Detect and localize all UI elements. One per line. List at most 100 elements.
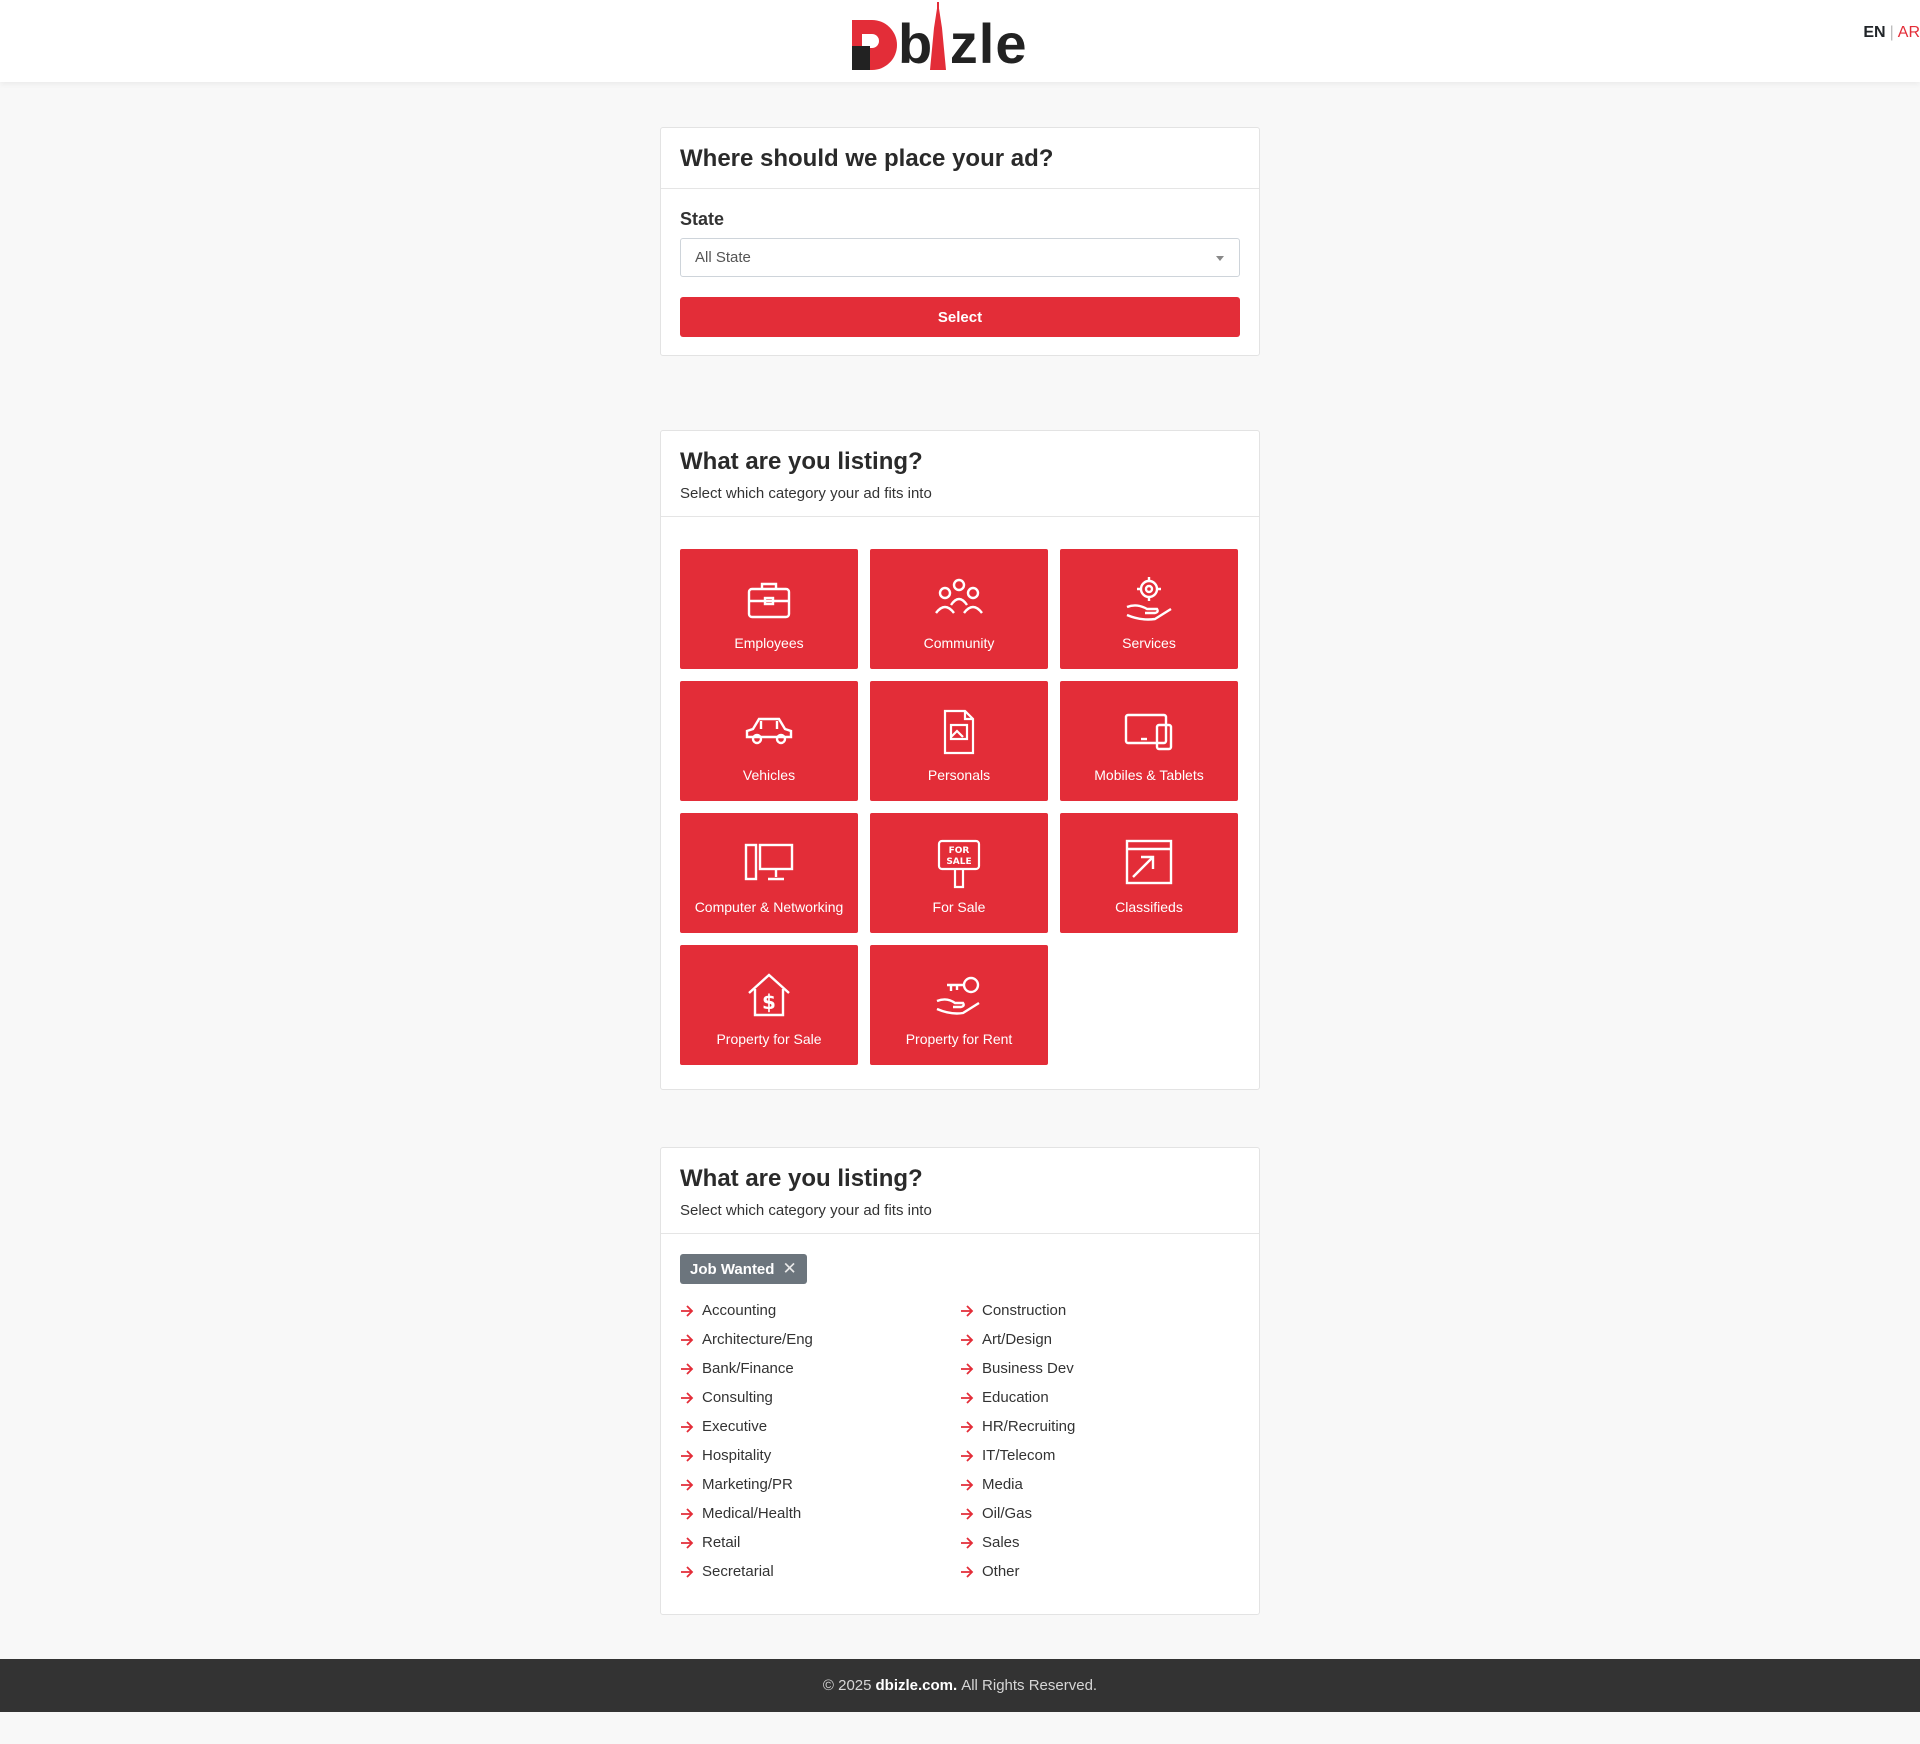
svg-text:SALE: SALE: [946, 857, 971, 867]
subcategory-label: Secretarial: [702, 1563, 774, 1580]
subcategory-label: Bank/Finance: [702, 1360, 794, 1377]
tile-label: Personals: [927, 767, 991, 783]
category-card-header: What are you listing? Select which categ…: [661, 431, 1259, 517]
category-tile-property-sale[interactable]: $ Property for Sale: [680, 945, 858, 1065]
subcategory-card-subtitle: Select which category your ad fits into: [680, 1202, 932, 1219]
subcategory-label: Architecture/Eng: [702, 1331, 813, 1348]
subcategory-card-title: What are you listing?: [680, 1165, 923, 1192]
category-tile-computer[interactable]: Computer & Networking: [680, 813, 858, 933]
subcategory-list: Accounting Construction Architecture/Eng Ar…: [680, 1296, 1240, 1586]
subcategory-label: Executive: [702, 1418, 768, 1435]
category-tile-personals[interactable]: Personals: [870, 681, 1048, 801]
subcategory-item[interactable]: Consulting: [680, 1383, 960, 1412]
arrow-right-icon: [681, 1536, 694, 1549]
subcategory-item[interactable]: Executive: [680, 1412, 960, 1441]
arrow-right-icon: [961, 1536, 974, 1549]
document-image-icon: [943, 709, 975, 755]
arrow-right-icon: [961, 1420, 974, 1433]
category-card-title: What are you listing?: [680, 448, 923, 475]
subcategory-item[interactable]: Bank/Finance: [680, 1354, 960, 1383]
subcategory-label: Oil/Gas: [982, 1505, 1033, 1522]
arrow-right-icon: [681, 1449, 694, 1462]
briefcase-icon: [747, 582, 791, 619]
for-sale-sign-icon: FOR SALE: [937, 839, 981, 889]
subcategory-item[interactable]: Secretarial: [680, 1557, 960, 1586]
subcategory-label: Sales: [982, 1534, 1020, 1551]
subcategory-label: Consulting: [702, 1389, 773, 1406]
subcategory-item[interactable]: Media: [960, 1470, 1240, 1499]
subcategory-item[interactable]: HR/Recruiting: [960, 1412, 1240, 1441]
arrow-right-icon: [961, 1391, 974, 1404]
category-tile-property-rent[interactable]: Property for Rent: [870, 945, 1048, 1065]
tile-label: Property for Rent: [905, 1031, 1013, 1047]
category-tile-classifieds[interactable]: Classifieds: [1060, 813, 1238, 933]
arrow-right-icon: [961, 1304, 974, 1317]
subcategory-item[interactable]: IT/Telecom: [960, 1441, 1240, 1470]
close-icon[interactable]: ✕: [782, 1259, 796, 1279]
subcategory-card-body: Job Wanted ✕ Accounting Construction Archi…: [661, 1234, 1259, 1605]
subcategory-label: Other: [982, 1563, 1020, 1580]
category-tile-services[interactable]: Services: [1060, 549, 1238, 669]
category-tile-community[interactable]: Community: [870, 549, 1048, 669]
subcategory-label: IT/Telecom: [982, 1447, 1056, 1464]
subcategory-item[interactable]: Oil/Gas: [960, 1499, 1240, 1528]
computer-icon: [744, 843, 794, 881]
footer-copyright: © 2025: [822, 1677, 872, 1694]
tile-label: Vehicles: [742, 767, 796, 783]
category-tile-mobiles[interactable]: Mobiles & Tablets: [1060, 681, 1238, 801]
subcategory-label: Hospitality: [702, 1447, 772, 1464]
subcategory-item[interactable]: Retail: [680, 1528, 960, 1557]
subcategory-item[interactable]: Medical/Health: [680, 1499, 960, 1528]
subcategory-item[interactable]: Construction: [960, 1296, 1240, 1325]
site-header: bizle EN|AR: [0, 0, 1920, 82]
category-tile-vehicles[interactable]: Vehicles: [680, 681, 858, 801]
subcategory-label: Medical/Health: [702, 1505, 802, 1522]
state-card-header: Where should we place your ad?: [661, 128, 1259, 189]
arrow-right-icon: [961, 1478, 974, 1491]
tile-label: Mobiles & Tablets: [1094, 767, 1204, 783]
category-tile-for-sale[interactable]: FOR SALE For Sale: [870, 813, 1048, 933]
arrow-right-icon: [681, 1391, 694, 1404]
lang-en-link[interactable]: EN: [1863, 24, 1885, 41]
state-card-title: Where should we place your ad?: [680, 145, 1054, 172]
subcategory-card-header: What are you listing? Select which categ…: [661, 1148, 1259, 1234]
logo-wordmark: bizle: [898, 12, 1028, 75]
language-switcher: EN | AR: [1863, 24, 1920, 42]
category-grid: Employees Community Services Vehicles Pe…: [680, 549, 1238, 1065]
arrow-right-icon: [961, 1565, 974, 1578]
state-card: Where should we place your ad? State All…: [660, 127, 1260, 356]
svg-text:$: $: [762, 990, 776, 1014]
subcategory-item[interactable]: Marketing/PR: [680, 1470, 960, 1499]
arrow-right-icon: [681, 1362, 694, 1375]
arrow-right-icon: [681, 1478, 694, 1491]
subcategory-label: Retail: [702, 1534, 741, 1551]
site-logo[interactable]: bizle: [850, 0, 1026, 74]
arrow-right-icon: [681, 1304, 694, 1317]
subcategory-label: Media: [982, 1476, 1023, 1493]
gear-hand-icon: [1126, 577, 1172, 621]
footer-site-link[interactable]: dbizle.com.: [876, 1677, 958, 1694]
subcategory-item[interactable]: Art/Design: [960, 1325, 1240, 1354]
arrow-right-icon: [681, 1507, 694, 1520]
footer-rights: All Rights Reserved.: [961, 1677, 1098, 1694]
caret-down-icon: [1216, 256, 1224, 261]
subcategory-item[interactable]: Architecture/Eng: [680, 1325, 960, 1354]
subcategory-card: What are you listing? Select which categ…: [660, 1147, 1260, 1615]
state-select[interactable]: All State: [680, 238, 1240, 277]
subcategory-item[interactable]: Business Dev: [960, 1354, 1240, 1383]
arrow-right-icon: [961, 1333, 974, 1346]
subcategory-item[interactable]: Sales: [960, 1528, 1240, 1557]
subcategory-item[interactable]: Education: [960, 1383, 1240, 1412]
selected-category-tag: Job Wanted ✕: [680, 1254, 807, 1284]
tile-label: Classifieds: [1115, 899, 1183, 915]
select-button[interactable]: Select: [680, 297, 1240, 337]
lang-ar-link[interactable]: AR: [1898, 24, 1920, 41]
category-card-subtitle: Select which category your ad fits into: [680, 485, 932, 502]
tile-label: Computer & Networking: [694, 899, 844, 915]
state-select-value: All State: [695, 249, 751, 266]
subcategory-item[interactable]: Other: [960, 1557, 1240, 1586]
category-tile-employees[interactable]: Employees: [680, 549, 858, 669]
subcategory-item[interactable]: Hospitality: [680, 1441, 960, 1470]
car-icon: [745, 717, 793, 745]
subcategory-item[interactable]: Accounting: [680, 1296, 960, 1325]
